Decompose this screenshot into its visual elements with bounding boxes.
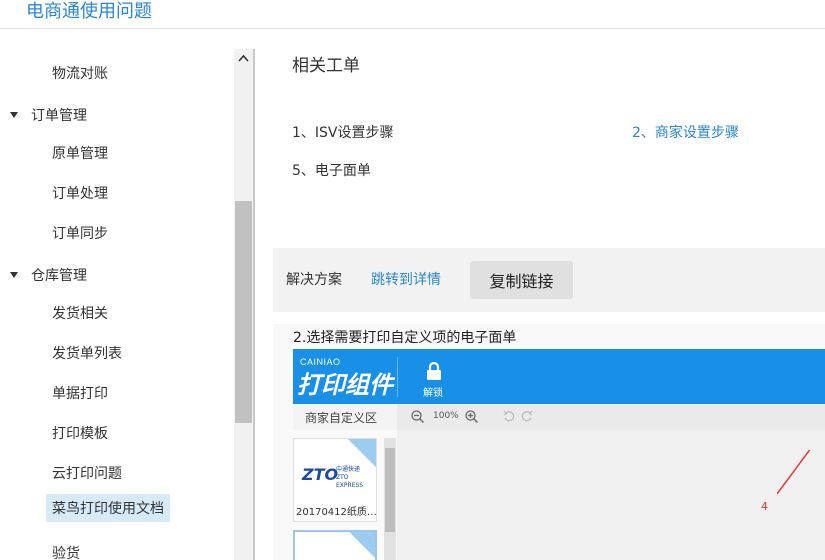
scroll-up-button[interactable] bbox=[234, 49, 253, 71]
ticket-merchant-setup-link[interactable]: 2、商家设置步骤 bbox=[632, 122, 739, 142]
chevron-up-icon bbox=[238, 54, 249, 62]
template-card-label: 20170412纸质… bbox=[296, 507, 377, 518]
zoom-in-icon bbox=[465, 410, 478, 423]
zto-cn: 中通快递 bbox=[336, 466, 361, 473]
sidebar-group-warehouse-management[interactable]: 仓库管理 bbox=[10, 265, 87, 285]
related-tickets-title: 相关工单 bbox=[292, 56, 360, 76]
card-ribbon bbox=[348, 439, 376, 467]
sidebar-item-shipping[interactable]: 发货相关 bbox=[46, 299, 114, 327]
top-header: 电商通使用问题 bbox=[0, 0, 825, 29]
main-content: 相关工单 1、ISV设置步骤 2、商家设置步骤 5、电子面单 解决方案 跳转到详… bbox=[255, 29, 825, 560]
undo-icon bbox=[503, 410, 515, 422]
step-text: 2.选择需要打印自定义项的电子面单 bbox=[293, 330, 517, 346]
lock-icon bbox=[427, 361, 441, 380]
goto-detail-link[interactable]: 跳转到详情 bbox=[371, 269, 441, 289]
template-list-scrollbar bbox=[384, 438, 396, 560]
expand-triangle-icon bbox=[10, 272, 18, 278]
zto-logo: ZTO bbox=[302, 465, 339, 484]
embedded-screenshot: CAINIAO 打印组件 解锁 商家自定义区 100% ZTO 中通快递 ZTO… bbox=[293, 349, 825, 560]
zto-en: ZTO EXPRESS bbox=[336, 474, 364, 489]
template-list: ZTO 中通快递 ZTO EXPRESS 20170412纸质… bbox=[293, 430, 397, 560]
zoom-out-icon bbox=[411, 410, 424, 423]
sidebar-item-order-processing[interactable]: 订单处理 bbox=[46, 179, 114, 207]
toolbar-separator bbox=[397, 357, 398, 397]
sidebar-group-label: 订单管理 bbox=[31, 108, 87, 124]
solution-label: 解决方案 bbox=[286, 272, 342, 288]
annotation-arrow bbox=[777, 450, 811, 495]
solution-bar: 解决方案 跳转到详情 复制链接 bbox=[273, 248, 825, 312]
template-card-selected bbox=[293, 530, 377, 560]
sidebar-item-print-templates[interactable]: 打印模板 bbox=[46, 419, 114, 447]
design-canvas: 4 bbox=[397, 430, 825, 560]
annotation-number: 4 bbox=[761, 500, 768, 513]
ticket-isv-setup[interactable]: 1、ISV设置步骤 bbox=[292, 122, 394, 142]
merchant-custom-area-label: 商家自定义区 bbox=[293, 404, 397, 430]
sidebar-item-document-printing[interactable]: 单据打印 bbox=[46, 379, 114, 407]
card-ribbon bbox=[349, 532, 375, 558]
print-component-title: 打印组件 bbox=[297, 371, 393, 399]
sidebar-item-shipping-list[interactable]: 发货单列表 bbox=[46, 339, 128, 367]
sidebar-item-cainiao-print-docs[interactable]: 菜鸟打印使用文档 bbox=[46, 494, 170, 522]
unlock-label: 解锁 bbox=[423, 388, 443, 399]
zoom-toolbar: 商家自定义区 100% bbox=[293, 404, 825, 430]
copy-link-button[interactable]: 复制链接 bbox=[470, 261, 573, 299]
sidebar-item-cloud-print-issues[interactable]: 云打印问题 bbox=[46, 459, 128, 487]
sidebar-item-inspection[interactable]: 验货 bbox=[46, 539, 86, 560]
ticket-electronic-waybill[interactable]: 5、电子面单 bbox=[292, 160, 371, 180]
zoom-level: 100% bbox=[433, 411, 459, 421]
sidebar-group-order-management[interactable]: 订单管理 bbox=[10, 105, 87, 125]
page-title: 电商通使用问题 bbox=[26, 1, 152, 22]
redo-icon bbox=[521, 410, 533, 422]
sidebar-group-label: 仓库管理 bbox=[31, 268, 87, 284]
expand-triangle-icon bbox=[10, 112, 18, 118]
template-card-zto: ZTO 中通快递 ZTO EXPRESS 20170412纸质… bbox=[293, 438, 377, 522]
sidebar-scrollbar[interactable] bbox=[234, 49, 253, 560]
zto-subtitle: 中通快递 ZTO EXPRESS bbox=[336, 466, 376, 490]
print-component-toolbar: CAINIAO 打印组件 解锁 bbox=[293, 349, 825, 404]
template-list-scrollbar-thumb bbox=[385, 448, 395, 532]
sidebar-item-logistics-reconciliation[interactable]: 物流对账 bbox=[46, 59, 114, 87]
scrollbar-thumb[interactable] bbox=[235, 201, 252, 423]
sidebar-item-order-sync[interactable]: 订单同步 bbox=[46, 219, 114, 247]
solution-content: 2.选择需要打印自定义项的电子面单 CAINIAO 打印组件 解锁 商家自定义区 bbox=[273, 324, 825, 560]
sidebar-item-original-orders[interactable]: 原单管理 bbox=[46, 139, 114, 167]
sidebar-nav: 物流对账 订单管理 原单管理 订单处理 订单同步 仓库管理 发货相关 发货单列表… bbox=[0, 29, 234, 560]
